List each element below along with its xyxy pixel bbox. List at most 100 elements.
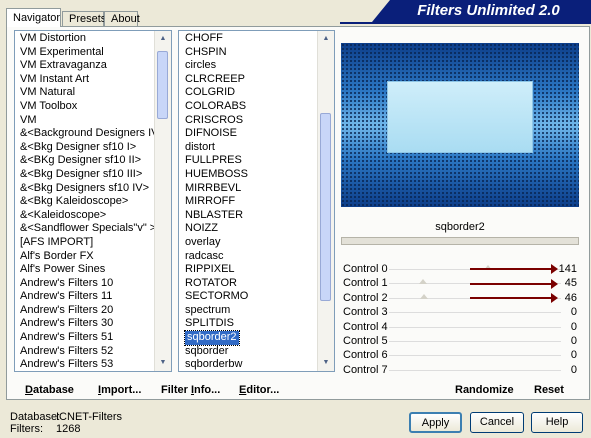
control-value: 141: [558, 263, 577, 275]
control-value: 0: [570, 363, 577, 376]
tab-presets[interactable]: Presets: [62, 11, 106, 26]
filter-item[interactable]: MIRRBEVL: [185, 182, 317, 196]
scroll-down-icon[interactable]: ▼: [155, 355, 171, 371]
filter-item[interactable]: MIRROFF: [185, 195, 317, 209]
filter-item[interactable]: RIPPIXEL: [185, 263, 317, 277]
filter-item[interactable]: NOIZZ: [185, 222, 317, 236]
filter-item[interactable]: circles: [185, 59, 317, 73]
category-item[interactable]: Andrew's Filters 20: [20, 304, 154, 318]
tab-navigator[interactable]: Navigator: [6, 8, 61, 27]
category-item[interactable]: VM Distortion: [20, 32, 154, 46]
category-item[interactable]: VM: [20, 114, 154, 128]
filter-item[interactable]: sqborder: [185, 345, 317, 359]
banner-underline: [340, 22, 591, 24]
help-button[interactable]: Help: [531, 412, 583, 433]
control-slider-row[interactable]: Control 5 0: [341, 334, 579, 348]
reset-link[interactable]: Reset: [534, 384, 564, 396]
category-list-items: VM Distortion VM Experimental VM Extravaga…: [15, 31, 154, 371]
scroll-up-icon[interactable]: ▲: [318, 31, 334, 47]
control-value: 0: [570, 320, 577, 333]
control-label: Control 1: [343, 277, 388, 290]
category-item[interactable]: &<Sandflower Specials"v" >: [20, 222, 154, 236]
filter-item[interactable]: NBLASTER: [185, 209, 317, 223]
control-label: Control 7: [343, 363, 388, 376]
category-item[interactable]: Andrew's Filters 10: [20, 277, 154, 291]
filter-item[interactable]: CRISCROS: [185, 114, 317, 128]
category-scrollbar[interactable]: ▲ ▼: [154, 31, 171, 371]
scroll-up-icon[interactable]: ▲: [155, 31, 171, 47]
scroll-thumb[interactable]: [157, 51, 168, 119]
control-label: Control 0: [343, 263, 388, 275]
category-item[interactable]: Andrew's Filters 53: [20, 358, 154, 371]
category-list[interactable]: VM Distortion VM Experimental VM Extravaga…: [14, 30, 172, 372]
category-item[interactable]: VM Natural: [20, 86, 154, 100]
control-slider-row[interactable]: Control 7 0: [341, 363, 579, 377]
filter-item[interactable]: sqborderbw: [185, 358, 317, 371]
control-slider-row[interactable]: Control 3 0: [341, 305, 579, 319]
category-item[interactable]: &<Bkg Designers sf10 IV>: [20, 182, 154, 196]
category-item[interactable]: &<Kaleidoscope>: [20, 209, 154, 223]
control-slider-row[interactable]: Control 4 0: [341, 320, 579, 334]
filter-item[interactable]: CHOFF: [185, 32, 317, 46]
status-database-label: Database:: [10, 411, 61, 423]
randomize-link[interactable]: Randomize: [455, 384, 514, 396]
category-item[interactable]: VM Toolbox: [20, 100, 154, 114]
control-slider-track[interactable]: [389, 341, 561, 342]
filter-scrollbar[interactable]: ▲ ▼: [317, 31, 334, 371]
category-item[interactable]: VM Experimental: [20, 46, 154, 60]
filter-item[interactable]: distort: [185, 141, 317, 155]
tab-about[interactable]: About: [104, 11, 140, 26]
filter-item[interactable]: COLORABS: [185, 100, 317, 114]
category-item[interactable]: Andrew's Filters 11: [20, 290, 154, 304]
app-title: Filters Unlimited 2.0: [417, 2, 560, 19]
control-slider-track[interactable]: [389, 326, 561, 328]
editor-link-label: ditor...: [246, 384, 280, 396]
filter-list[interactable]: CHOFF CHSPIN circles CLRCREEP COLGRID COLORAB…: [178, 30, 335, 372]
control-slider-track[interactable]: [389, 355, 561, 357]
category-item[interactable]: Alf's Border FX: [20, 250, 154, 264]
import-link[interactable]: Import...: [98, 384, 141, 396]
filter-info-link[interactable]: Filter Info...: [161, 384, 220, 396]
category-item[interactable]: VM Extravaganza: [20, 59, 154, 73]
editor-link[interactable]: Editor...: [239, 384, 279, 396]
filter-item[interactable]: SPLITDIS: [185, 317, 317, 331]
cancel-button[interactable]: Cancel: [470, 412, 524, 433]
filter-item[interactable]: spectrum: [185, 304, 317, 318]
filter-item[interactable]: CHSPIN: [185, 46, 317, 60]
filter-item[interactable]: COLGRID: [185, 86, 317, 100]
filter-item[interactable]: DIFNOISE: [185, 127, 317, 141]
category-item[interactable]: &<Bkg Designer sf10 I>: [20, 141, 154, 155]
filter-item-selected[interactable]: sqborder2: [184, 330, 240, 346]
category-item[interactable]: &<Background Designers IV>: [20, 127, 154, 141]
status-filters-value: 1268: [56, 423, 81, 435]
category-item[interactable]: &<Bkg Kaleidoscope>: [20, 195, 154, 209]
category-item[interactable]: Andrew's Filters 51: [20, 331, 154, 345]
category-item[interactable]: &<BKg Designer sf10 II>: [20, 154, 154, 168]
filter-item[interactable]: ROTATOR: [185, 277, 317, 291]
filter-item[interactable]: radcasc: [185, 250, 317, 264]
category-item[interactable]: &<Bkg Designer sf10 III>: [20, 168, 154, 182]
filter-item[interactable]: HUEMBOSS: [185, 168, 317, 182]
category-item[interactable]: Andrew's Filters 52: [20, 345, 154, 359]
import-link-label: mport...: [101, 384, 142, 396]
filter-item[interactable]: overlay: [185, 236, 317, 250]
control-slider-track[interactable]: [389, 369, 561, 371]
category-item[interactable]: Alf's Power Sines: [20, 263, 154, 277]
control-slider-row[interactable]: Control 6 0: [341, 348, 579, 362]
scroll-thumb[interactable]: [320, 113, 331, 301]
category-item[interactable]: [AFS IMPORT]: [20, 236, 154, 250]
filter-item[interactable]: CLRCREEP: [185, 73, 317, 87]
slider-thumb-icon[interactable]: [419, 279, 428, 285]
slider-thumb-icon[interactable]: [419, 293, 428, 299]
control-value: 0: [570, 306, 577, 319]
category-item[interactable]: VM Instant Art: [20, 73, 154, 87]
scroll-down-icon[interactable]: ▼: [318, 355, 334, 371]
control-slider-track[interactable]: [389, 312, 561, 314]
category-item[interactable]: Andrew's Filters 30: [20, 317, 154, 331]
filter-item[interactable]: FULLPRES: [185, 154, 317, 168]
filter-info-prefix: Filter: [161, 384, 191, 396]
control-value: 45: [564, 277, 577, 290]
filter-item[interactable]: SECTORMO: [185, 290, 317, 304]
apply-button[interactable]: Apply: [409, 412, 462, 433]
database-link[interactable]: Database: [25, 384, 74, 396]
